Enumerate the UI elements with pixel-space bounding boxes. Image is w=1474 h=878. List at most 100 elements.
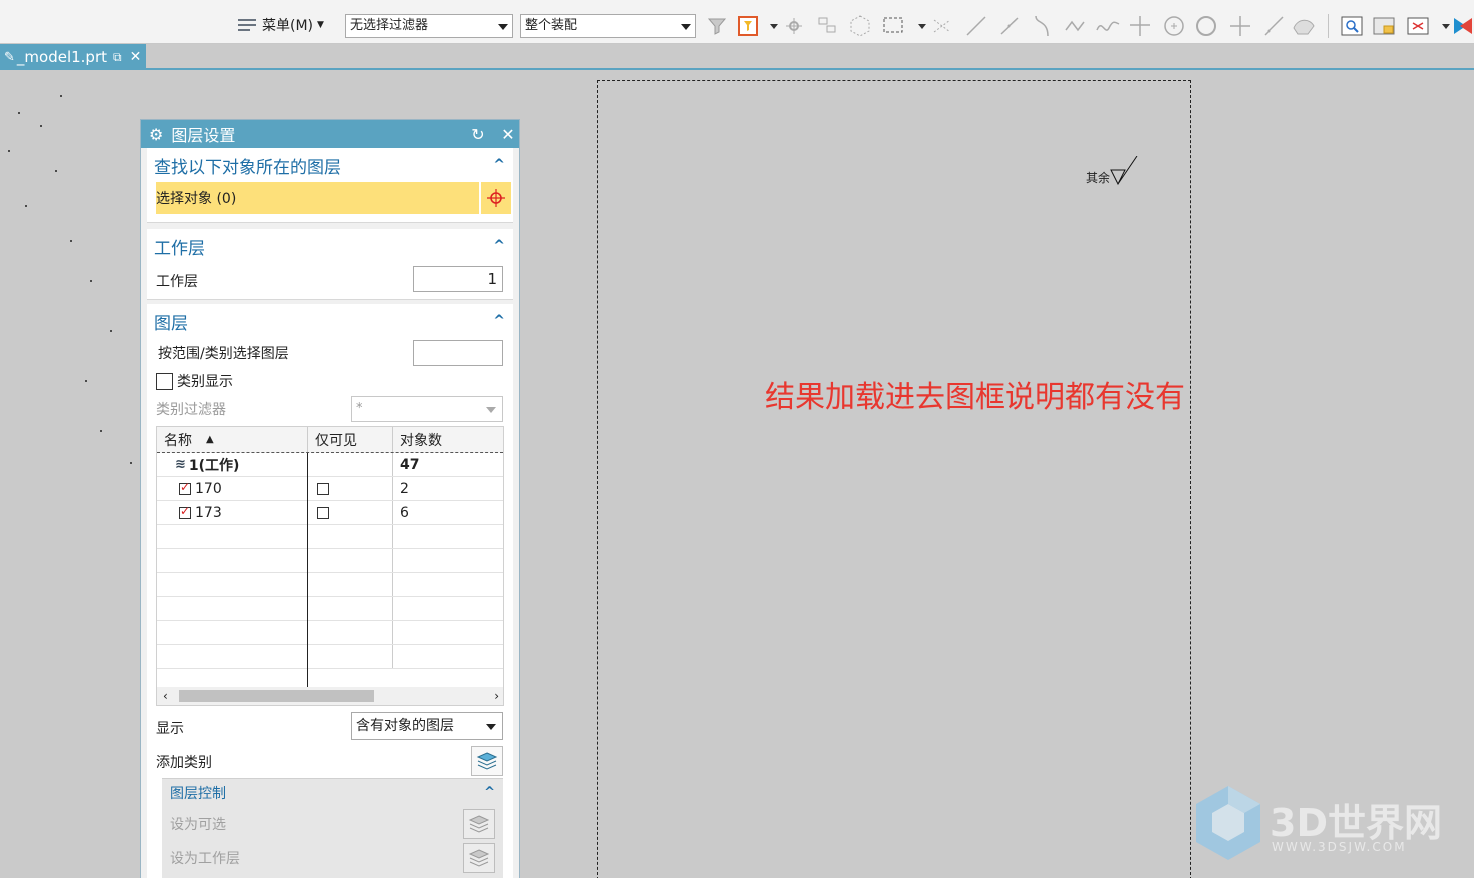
visible-only-cell bbox=[308, 453, 393, 476]
layers-section: 图层 ^ 按范围/类别选择图层 类别显示 类别过滤器 * 名称 ▲ 仅可见 对象… bbox=[147, 304, 513, 878]
crosshair-select-icon[interactable] bbox=[479, 182, 511, 214]
collapse-icon[interactable]: ^ bbox=[493, 157, 505, 173]
gear-icon: ⚙ bbox=[149, 124, 164, 144]
chevron-down-icon[interactable] bbox=[1432, 12, 1450, 40]
empty-row bbox=[157, 549, 503, 573]
polyline-icon[interactable] bbox=[1062, 12, 1090, 40]
select-object-row[interactable]: 选择对象 (0) bbox=[156, 182, 511, 214]
chevron-down-icon: ▼ bbox=[317, 20, 324, 30]
chevron-down-icon bbox=[486, 724, 496, 730]
menu-icon bbox=[236, 16, 258, 34]
table-row[interactable]: 170 2 bbox=[157, 477, 503, 501]
line-endpoint-icon[interactable] bbox=[996, 12, 1024, 40]
select-features-icon[interactable] bbox=[814, 12, 842, 40]
category-filter-label: 类别过滤器 bbox=[156, 402, 226, 418]
collapse-icon[interactable]: ^ bbox=[484, 785, 495, 800]
visible-only-checkbox[interactable] bbox=[317, 482, 329, 495]
visible-only-cell bbox=[308, 477, 393, 500]
spline-icon[interactable] bbox=[1094, 12, 1122, 40]
range-select-input[interactable] bbox=[413, 340, 503, 366]
add-category-label: 添加类别 bbox=[156, 755, 212, 771]
crosshair-icon[interactable] bbox=[1226, 12, 1254, 40]
document-tab-row: ✎ _model1.prt ⧉ ✕ bbox=[0, 44, 1474, 70]
category-display-checkbox[interactable] bbox=[156, 372, 173, 390]
tree-splitter[interactable] bbox=[307, 453, 308, 689]
watermark-logo: 3D世界网 WWW.3DSJW.COM bbox=[1190, 782, 1470, 872]
range-select-label: 按范围/类别选择图层 bbox=[158, 346, 289, 362]
selection-filter-dropdown[interactable]: 无选择过滤器 bbox=[345, 14, 513, 38]
scroll-left-icon[interactable]: ‹ bbox=[163, 689, 168, 703]
empty-row bbox=[157, 573, 503, 597]
layer-visible-checkbox[interactable] bbox=[179, 504, 191, 519]
curve-icon[interactable] bbox=[1028, 12, 1056, 40]
work-layer-header[interactable]: 工作层 ^ bbox=[147, 229, 513, 263]
close-icon[interactable]: ✕ bbox=[497, 125, 519, 144]
reset-icon[interactable]: ↻ bbox=[467, 125, 489, 144]
cube-select-icon[interactable] bbox=[846, 12, 874, 40]
drawing-dot bbox=[55, 170, 57, 172]
perpendicular-icon[interactable] bbox=[1126, 12, 1154, 40]
diagonal-line-icon[interactable] bbox=[1260, 12, 1288, 40]
scrollbar-thumb[interactable] bbox=[179, 690, 374, 702]
chevron-down-icon[interactable] bbox=[908, 12, 926, 40]
tab-model1[interactable]: ✎ _model1.prt ⧉ ✕ bbox=[0, 44, 146, 70]
category-filter-row: 类别过滤器 * bbox=[147, 394, 513, 424]
chevron-down-icon[interactable] bbox=[760, 12, 778, 40]
filter-funnel-icon[interactable] bbox=[704, 12, 732, 40]
view-settings-icon[interactable] bbox=[1370, 12, 1398, 40]
annotation-text: 结果加载进去图框说明都有没有 bbox=[765, 380, 1185, 415]
table-row[interactable]: ≋ 1(工作) 47 bbox=[157, 453, 503, 477]
layers-header[interactable]: 图层 ^ bbox=[147, 304, 513, 338]
empty-row bbox=[157, 525, 503, 549]
sort-ascending-icon: ▲ bbox=[206, 434, 214, 445]
layer-visible-checkbox[interactable] bbox=[179, 480, 191, 495]
set-selectable-row: 设为可选 bbox=[162, 807, 503, 841]
close-icon[interactable]: ✕ bbox=[130, 49, 142, 65]
line-icon[interactable] bbox=[962, 12, 990, 40]
display-dropdown[interactable]: 含有对象的图层 bbox=[351, 712, 503, 740]
scatter-points-icon[interactable] bbox=[928, 12, 956, 40]
column-header-object-count[interactable]: 对象数 bbox=[393, 427, 503, 452]
layer-stack-icon: ≋ bbox=[175, 457, 186, 472]
tab-file-name: _model1.prt bbox=[16, 48, 107, 66]
add-category-button[interactable] bbox=[471, 746, 503, 776]
column-header-visible-only[interactable]: 仅可见 bbox=[308, 427, 393, 452]
snap-point-icon[interactable] bbox=[782, 12, 810, 40]
drawing-dot bbox=[100, 430, 102, 432]
drawing-dot bbox=[60, 95, 62, 97]
layer-name: 170 bbox=[195, 480, 222, 497]
layer-control-header[interactable]: 图层控制 ^ bbox=[162, 779, 503, 807]
set-work-layer-row: 设为工作层 bbox=[162, 841, 503, 875]
render-style-icon[interactable] bbox=[1450, 12, 1474, 40]
category-filter-dropdown[interactable]: * bbox=[351, 396, 503, 422]
drawing-dot bbox=[8, 150, 10, 152]
collapse-icon[interactable]: ^ bbox=[493, 313, 505, 329]
roughness-check-icon bbox=[1110, 156, 1138, 186]
fit-view-icon[interactable] bbox=[1338, 12, 1366, 40]
work-layer-section: 工作层 ^ 工作层 1 bbox=[147, 229, 513, 300]
subsection-title: 图层控制 bbox=[170, 786, 226, 802]
set-selectable-button[interactable] bbox=[463, 809, 495, 839]
visible-only-checkbox[interactable] bbox=[317, 506, 329, 519]
column-header-name[interactable]: 名称 ▲ bbox=[157, 427, 308, 452]
assembly-scope-dropdown[interactable]: 整个装配 bbox=[520, 14, 696, 38]
section-title: 图层 bbox=[154, 313, 188, 334]
scroll-right-icon[interactable]: › bbox=[494, 689, 499, 703]
column-name-label: 名称 bbox=[164, 432, 192, 449]
menu-button[interactable]: 菜单(M) ▼ bbox=[236, 14, 324, 36]
surface-icon[interactable] bbox=[1290, 12, 1318, 40]
zoom-window-icon[interactable] bbox=[1404, 12, 1432, 40]
collapse-icon[interactable]: ^ bbox=[493, 238, 505, 254]
layer-name: 1(工作) bbox=[188, 457, 240, 474]
circle-center-icon[interactable] bbox=[1160, 12, 1188, 40]
horizontal-scrollbar[interactable]: ‹ › bbox=[157, 687, 503, 705]
circle-icon[interactable] bbox=[1192, 12, 1220, 40]
find-layer-header[interactable]: 查找以下对象所在的图层 ^ bbox=[147, 148, 513, 182]
work-layer-input[interactable]: 1 bbox=[413, 266, 503, 292]
table-row[interactable]: 173 6 bbox=[157, 501, 503, 525]
dialog-title-bar: ⚙ 图层设置 ↻ ✕ bbox=[141, 120, 519, 148]
category-display-row[interactable]: 类别显示 bbox=[147, 368, 513, 394]
rectangle-select-icon[interactable] bbox=[880, 12, 908, 40]
object-count: 2 bbox=[400, 480, 409, 497]
set-work-layer-button[interactable] bbox=[463, 843, 495, 873]
